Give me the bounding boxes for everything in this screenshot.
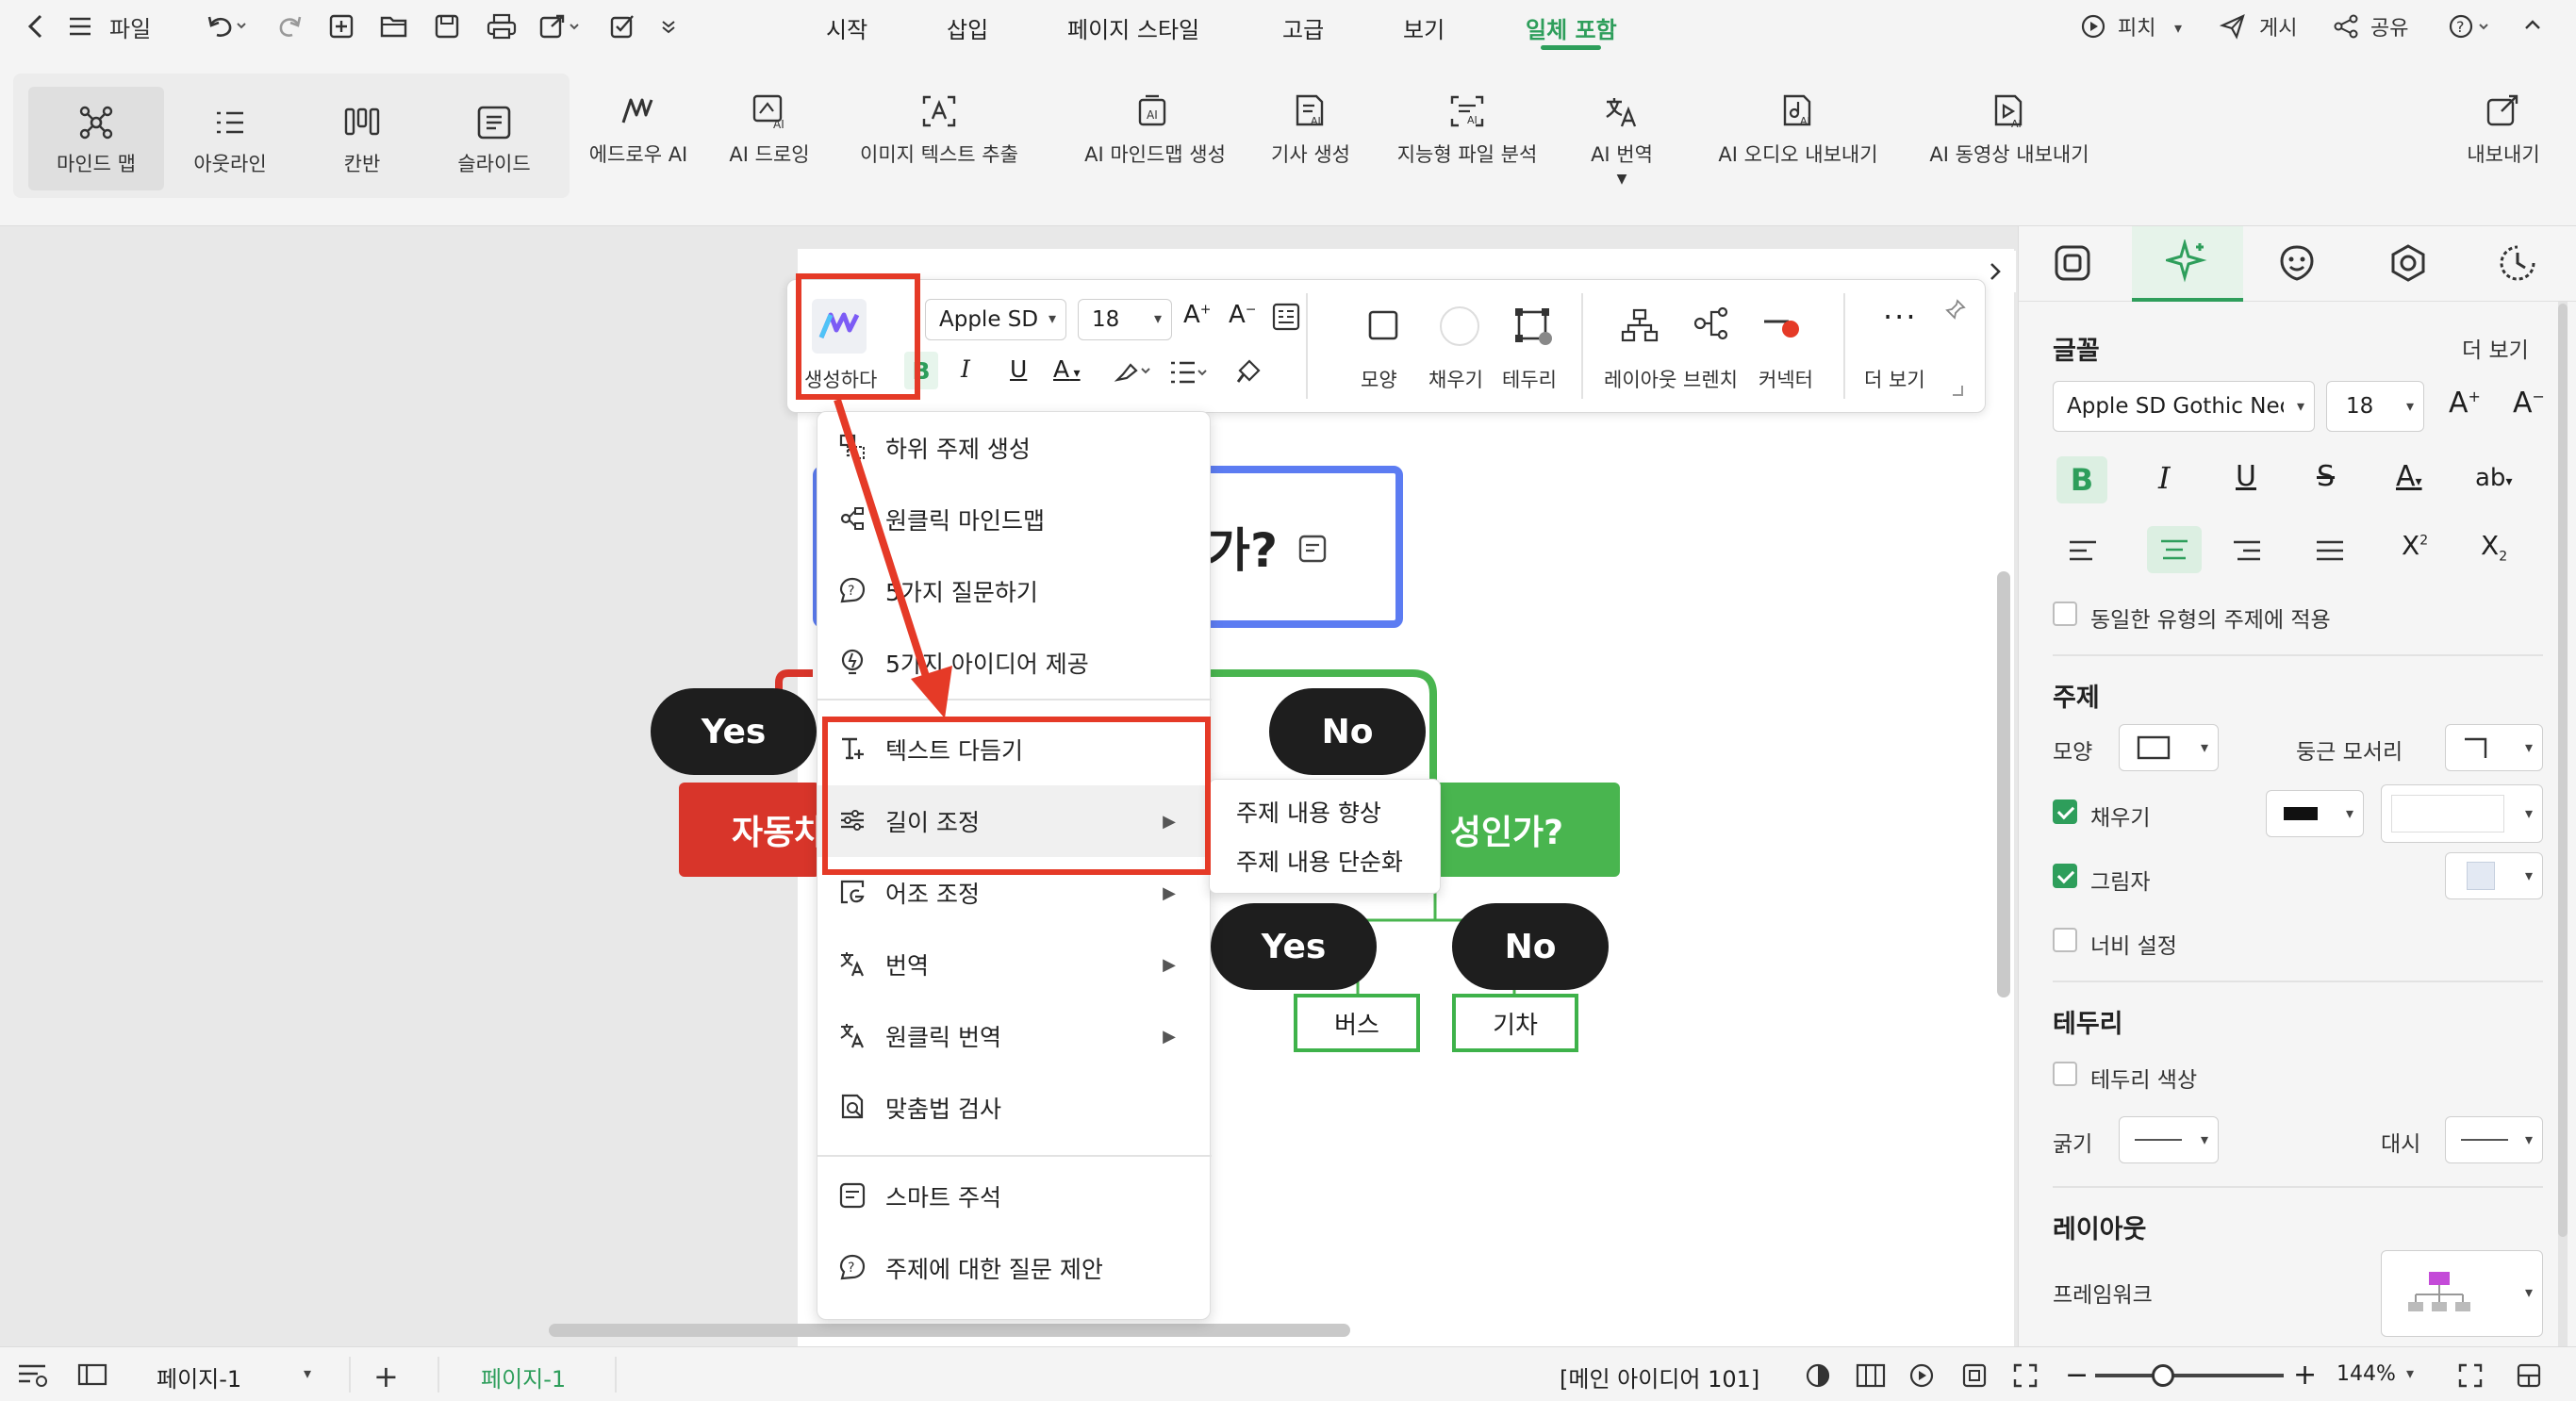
shape-select[interactable]: ▾ — [2119, 724, 2219, 771]
panel-text-case-icon[interactable]: ab▾ — [2475, 464, 2512, 492]
shadow-label: 그림자 — [2090, 870, 2151, 895]
shadow-color-select[interactable]: ▾ — [2445, 852, 2543, 899]
zoom-level[interactable]: 144% — [2337, 1362, 2396, 1386]
format-panel: 글꼴 더 보기 Apple SD Gothic Neo ▾ 18 ▾ A+ A− B… — [2018, 226, 2576, 1346]
fullscreen-icon[interactable] — [2457, 1362, 2484, 1393]
add-page-icon[interactable]: + — [373, 1359, 399, 1394]
framework-label: 프레임워크 — [2053, 1283, 2153, 1308]
status-bar: 페이지-1 ▾ + 페이지-1 [메인 아이디어 101] − + 144% ▾ — [0, 1346, 2576, 1401]
border-color-checkbox[interactable] — [2053, 1062, 2077, 1086]
framework-select[interactable]: ▾ — [2381, 1250, 2543, 1337]
panel-bold-icon[interactable]: B — [2056, 456, 2107, 503]
panel-font-color-icon[interactable]: A▾ — [2396, 460, 2422, 493]
zoom-in-icon[interactable]: + — [2293, 1359, 2317, 1392]
theme-icon[interactable] — [2388, 243, 2428, 287]
panel-font-grow-icon[interactable]: A+ — [2449, 387, 2481, 420]
thickness-label: 굵기 — [2053, 1132, 2093, 1157]
panel-layout-icon[interactable] — [2516, 1362, 2542, 1393]
zoom-slider-track[interactable] — [2095, 1374, 2284, 1377]
shape-label: 모양 — [2053, 740, 2093, 765]
page-tab-active[interactable]: 페이지-1 — [481, 1360, 566, 1393]
dash-select[interactable]: ▾ — [2445, 1116, 2543, 1163]
width-checkbox[interactable] — [2053, 928, 2077, 952]
layout-section-title: 레이아웃 — [2053, 1215, 2147, 1244]
panel-size-select[interactable]: 18 ▾ — [2326, 381, 2424, 432]
dash-label: 대시 — [2381, 1132, 2421, 1157]
history-icon[interactable] — [2498, 243, 2539, 287]
font-section-title: 글꼴 — [2053, 337, 2100, 366]
same-type-checkbox[interactable] — [2053, 602, 2077, 626]
fit-page-icon[interactable] — [1961, 1362, 1988, 1393]
width-label: 너비 설정 — [2090, 934, 2177, 959]
outline-toggle-icon[interactable] — [17, 1362, 49, 1391]
topic-section-title: 주제 — [2053, 684, 2100, 713]
shadow-checkbox[interactable] — [2053, 864, 2077, 888]
panel-scrollbar[interactable] — [2558, 304, 2568, 1237]
theme-toggle-icon[interactable] — [1805, 1362, 1831, 1393]
rounded-corner-label: 둥근 모서리 — [2296, 740, 2403, 765]
align-left-icon[interactable] — [2068, 537, 2098, 568]
fill-checkbox[interactable] — [2053, 799, 2077, 824]
justify-icon[interactable] — [2315, 537, 2345, 568]
panel-style-icon[interactable] — [2053, 243, 2092, 287]
font-more-link[interactable]: 더 보기 — [2462, 332, 2529, 364]
border-section-title: 테두리 — [2053, 1010, 2123, 1039]
fill-color-select[interactable]: ▾ — [2381, 784, 2543, 843]
panel-font-select[interactable]: Apple SD Gothic Neo ▾ — [2053, 381, 2315, 432]
page-panel-icon[interactable] — [77, 1362, 107, 1391]
align-center-icon[interactable] — [2147, 526, 2202, 573]
panel-strikethrough-icon[interactable]: S — [2317, 460, 2335, 493]
mark-icon[interactable] — [2277, 243, 2317, 287]
border-color-label: 테두리 색상 — [2090, 1068, 2198, 1093]
fill-label: 채우기 — [2090, 806, 2151, 831]
page-select[interactable]: 페이지-1 — [157, 1360, 241, 1393]
thickness-select[interactable]: ▾ — [2119, 1116, 2219, 1163]
zoom-slider-handle[interactable] — [2152, 1364, 2174, 1387]
zoom-out-icon[interactable]: − — [2065, 1359, 2089, 1392]
subscript-icon[interactable]: X2 — [2481, 530, 2507, 565]
play-icon[interactable] — [1908, 1362, 1935, 1393]
same-type-label: 동일한 유형의 주제에 적용 — [2090, 608, 2331, 633]
panel-underline-icon[interactable]: U — [2236, 460, 2256, 493]
panel-italic-icon[interactable]: I — [2158, 460, 2171, 496]
fit-screen-icon[interactable] — [2012, 1362, 2039, 1393]
superscript-icon[interactable]: X2 — [2402, 530, 2428, 561]
rounded-corner-select[interactable]: ▾ — [2445, 724, 2543, 771]
sparkle-icon[interactable] — [2162, 238, 2209, 287]
fill-type-select[interactable]: ▾ — [2266, 790, 2364, 837]
align-right-icon[interactable] — [2232, 537, 2262, 568]
book-view-icon[interactable] — [1856, 1362, 1886, 1393]
panel-font-shrink-icon[interactable]: A− — [2513, 387, 2545, 420]
topic-count: [메인 아이디어 101] — [1560, 1366, 1760, 1393]
